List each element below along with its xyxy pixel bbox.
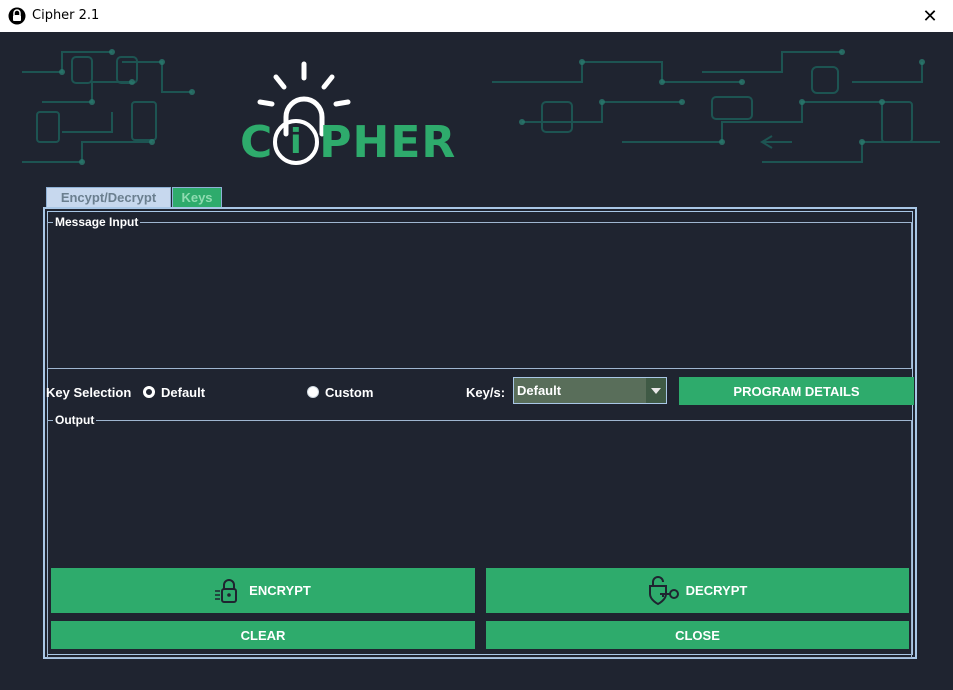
key-selection-label: Key Selection	[46, 385, 132, 400]
close-button[interactable]: CLOSE	[486, 621, 909, 649]
tab-encrypt-decrypt[interactable]: Encypt/Decrypt	[46, 187, 171, 207]
lock-icon	[8, 7, 26, 25]
radio-default-label: Default	[161, 385, 206, 400]
output-title: Output	[53, 413, 97, 427]
clear-label: CLEAR	[240, 627, 286, 643]
tab-encrypt-decrypt-label: Encypt/Decrypt	[60, 190, 157, 205]
keys-dropdown-value: Default	[517, 383, 562, 398]
clear-button[interactable]: CLEAR	[51, 621, 475, 649]
radio-custom-label: Custom	[325, 385, 374, 400]
chevron-down-icon[interactable]	[646, 378, 666, 403]
circuit-banner	[22, 42, 940, 180]
logo-text-c: C	[240, 117, 274, 168]
message-input-title: Message Input	[53, 215, 141, 229]
output-field[interactable]	[50, 429, 909, 564]
window-title: Cipher 2.1	[32, 8, 100, 23]
radio-default-indicator	[143, 386, 155, 398]
radio-custom-indicator	[307, 386, 319, 398]
tab-keys[interactable]: Keys	[172, 187, 222, 207]
decrypt-label: DECRYPT	[685, 583, 748, 598]
tab-keys-label: Keys	[181, 190, 213, 205]
decrypt-button[interactable]: DECRYPT	[486, 568, 909, 613]
keys-dropdown[interactable]: Default	[513, 377, 667, 404]
keys-label: Key/s:	[466, 385, 506, 400]
program-details-label: PROGRAM DETAILS	[733, 383, 860, 399]
title-bar: Cipher 2.1 ✕	[0, 0, 953, 32]
close-window-button[interactable]: ✕	[907, 0, 953, 32]
radio-custom[interactable]: Custom	[307, 384, 387, 400]
message-input-group: Message Input	[47, 215, 912, 369]
logo-text-pher: PHER	[319, 117, 457, 168]
radio-default[interactable]: Default	[143, 384, 223, 400]
logo-text-i: i	[273, 119, 320, 165]
lock-icon	[215, 578, 238, 603]
unlock-shield-icon	[648, 575, 679, 605]
logo-text: Ci PHER	[240, 117, 456, 168]
encrypt-button[interactable]: ENCRYPT	[51, 568, 475, 613]
message-input-field[interactable]	[50, 231, 909, 366]
encrypt-label: ENCRYPT	[249, 583, 311, 598]
close-icon: ✕	[922, 5, 938, 26]
close-label: CLOSE	[675, 627, 720, 643]
program-details-button[interactable]: PROGRAM DETAILS	[679, 377, 914, 405]
